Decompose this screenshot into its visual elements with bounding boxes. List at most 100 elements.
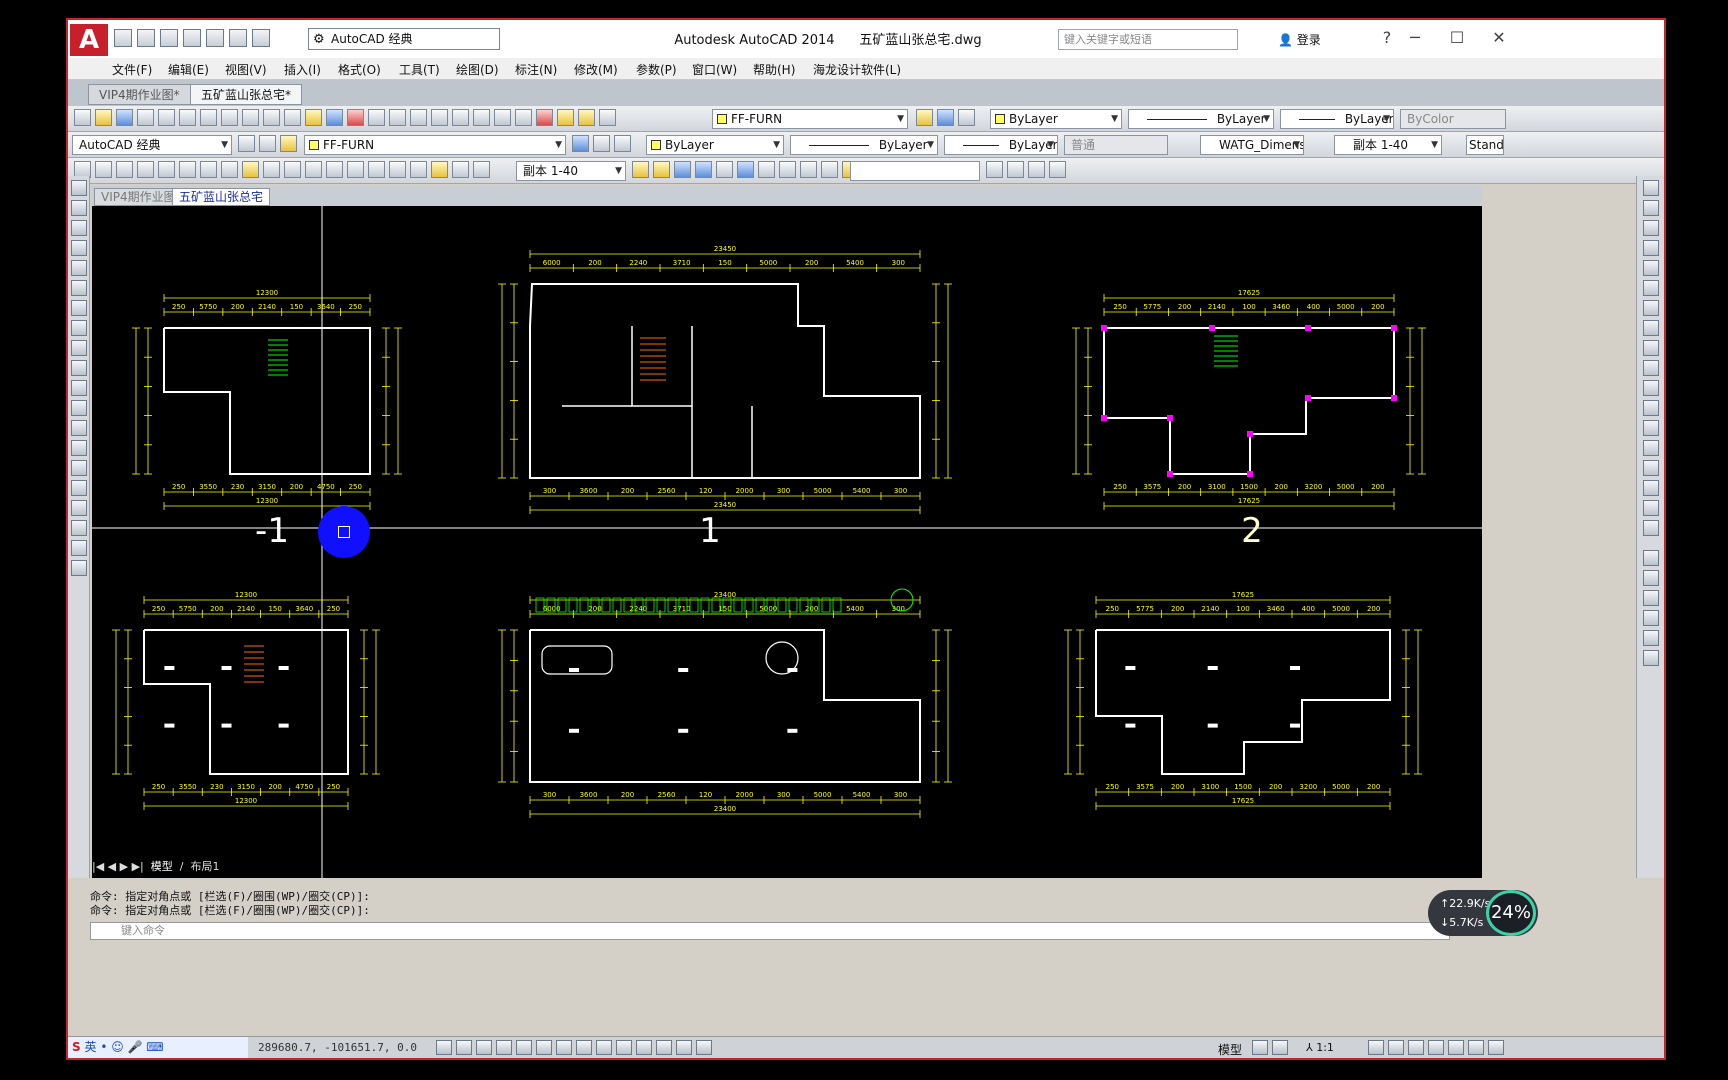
- text-tool-icon[interactable]: [632, 161, 649, 178]
- drawing-tab-zhang-residence[interactable]: 五矿蓝山张总宅: [172, 188, 271, 206]
- baseline-dimension-icon[interactable]: [263, 161, 280, 178]
- layer-previous-icon[interactable]: [593, 135, 610, 152]
- move-icon[interactable]: [1642, 280, 1659, 296]
- redo-icon[interactable]: [252, 29, 270, 47]
- dimension-update-icon[interactable]: [473, 161, 490, 178]
- workspace-save-icon[interactable]: [259, 135, 276, 152]
- hardware-acceleration-icon[interactable]: [1448, 1040, 1464, 1055]
- workspace-dropdown[interactable]: AutoCAD 经典 ▼: [72, 135, 232, 155]
- dynamic-input-icon[interactable]: [616, 1040, 632, 1055]
- annotation-visibility-icon[interactable]: [1368, 1040, 1384, 1055]
- snap-mode-icon[interactable]: [456, 1040, 472, 1055]
- spline-icon[interactable]: [70, 340, 87, 356]
- polyline-icon[interactable]: [70, 220, 87, 236]
- layout-nav-arrows[interactable]: |◀ ◀ ▶ ▶|: [92, 860, 147, 873]
- draworder-front-icon[interactable]: [1642, 550, 1659, 566]
- quick-dimension-icon[interactable]: [242, 161, 259, 178]
- spell-check-icon[interactable]: [737, 161, 754, 178]
- hatch-back-icon[interactable]: [1642, 650, 1659, 666]
- draworder-above-icon[interactable]: [1642, 590, 1659, 606]
- fillet-icon[interactable]: [1642, 480, 1659, 496]
- ellipse-icon[interactable]: [70, 360, 87, 376]
- angular-dimension-icon[interactable]: [221, 161, 238, 178]
- inspection-icon[interactable]: [389, 161, 406, 178]
- array-icon[interactable]: [1642, 260, 1659, 276]
- scale-icon[interactable]: [1642, 320, 1659, 336]
- dimension-text-edit-icon[interactable]: [452, 161, 469, 178]
- linetype-dropdown-2[interactable]: ByLayer ▼: [790, 135, 938, 155]
- zoom-window-icon[interactable]: [452, 109, 469, 126]
- tool-palette-icon[interactable]: [536, 109, 553, 126]
- dimension-scale-dropdown[interactable]: 副本 1-40 ▼: [516, 161, 626, 181]
- open-file-icon[interactable]: [137, 29, 155, 47]
- text-front-icon[interactable]: [1642, 630, 1659, 646]
- menu-view[interactable]: 视图(V): [225, 61, 267, 78]
- menu-tools[interactable]: 工具(T): [399, 61, 440, 78]
- drawing-tab-vip4[interactable]: VIP4期作业图: [94, 188, 183, 206]
- textstyle-dropdown[interactable]: Standar: [1466, 135, 1504, 155]
- quick-view-layouts-icon[interactable]: [1252, 1040, 1268, 1055]
- properties-icon[interactable]: [494, 109, 511, 126]
- application-menu-button[interactable]: A: [70, 24, 108, 56]
- new-file-icon[interactable]: [114, 29, 132, 47]
- layer-states-icon[interactable]: [179, 109, 196, 126]
- region-icon[interactable]: [70, 500, 87, 516]
- extend-icon[interactable]: [1642, 380, 1659, 396]
- menu-format[interactable]: 格式(O): [338, 61, 381, 78]
- plotstyle-dropdown[interactable]: ByColor: [1400, 109, 1506, 129]
- menu-draw[interactable]: 绘图(D): [456, 61, 499, 78]
- tolerance-icon[interactable]: [347, 161, 364, 178]
- center-mark-icon[interactable]: [368, 161, 385, 178]
- lineweight-dropdown[interactable]: ByLayer ▼: [1280, 109, 1394, 129]
- annotation-scale-dropdown[interactable]: 副本 1-40 ▼: [1334, 135, 1442, 155]
- menu-insert[interactable]: 插入(I): [284, 61, 321, 78]
- login-button[interactable]: 👤 登录: [1278, 31, 1321, 48]
- layout1-tab[interactable]: 布局1: [190, 860, 219, 873]
- zoom-realtime-icon[interactable]: [431, 109, 448, 126]
- layer-properties-icon[interactable]: [572, 135, 589, 152]
- help-search-input[interactable]: 键入关键字或短语: [1058, 29, 1238, 50]
- match-properties-icon[interactable]: [158, 109, 175, 126]
- insert-block-icon[interactable]: [70, 400, 87, 416]
- minimize-button[interactable]: ─: [1394, 25, 1436, 51]
- join-icon[interactable]: [1642, 440, 1659, 456]
- text-edit-icon[interactable]: [758, 161, 775, 178]
- find-icon[interactable]: [986, 161, 1003, 178]
- diameter-dimension-icon[interactable]: [200, 161, 217, 178]
- quick-view-drawings-icon[interactable]: [1272, 1040, 1288, 1055]
- erase-icon[interactable]: [1642, 180, 1659, 196]
- color-dropdown-2[interactable]: ByLayer ▼: [646, 135, 784, 155]
- close-button[interactable]: ✕: [1478, 25, 1520, 51]
- pan-icon[interactable]: [410, 109, 427, 126]
- point-icon[interactable]: [70, 440, 87, 456]
- ortho-mode-icon[interactable]: [496, 1040, 512, 1055]
- aligned-dimension-icon[interactable]: [95, 161, 112, 178]
- dimension-edit-icon[interactable]: [431, 161, 448, 178]
- jogged-dimension-icon[interactable]: [179, 161, 196, 178]
- block-icon[interactable]: [200, 109, 217, 126]
- add-selected-icon[interactable]: [70, 560, 87, 576]
- mirror-icon[interactable]: [1642, 220, 1659, 236]
- new-icon[interactable]: [74, 109, 91, 126]
- menu-hailong-plugin[interactable]: 海龙设计软件(L): [813, 61, 901, 78]
- layer-iso-icon[interactable]: [614, 135, 631, 152]
- polar-tracking-icon[interactable]: [516, 1040, 532, 1055]
- menu-modify[interactable]: 修改(M): [574, 61, 618, 78]
- arc-length-icon[interactable]: [116, 161, 133, 178]
- print-icon[interactable]: [206, 29, 224, 47]
- model-tab[interactable]: 模型: [151, 860, 173, 873]
- command-input[interactable]: 键入命令: [90, 922, 1450, 940]
- lineweight-dropdown-2[interactable]: ByLayer ▼: [944, 135, 1058, 155]
- break-at-point-icon[interactable]: [1642, 400, 1659, 416]
- object-snap-tracking-icon[interactable]: [576, 1040, 592, 1055]
- lineweight-toggle-icon[interactable]: [636, 1040, 652, 1055]
- offset-icon[interactable]: [1642, 240, 1659, 256]
- workspace-settings-icon[interactable]: [238, 135, 255, 152]
- doc-tab-zhang-residence[interactable]: 五矿蓝山张总宅*: [190, 84, 303, 105]
- dimension-break-icon[interactable]: [326, 161, 343, 178]
- trim-icon[interactable]: [1642, 360, 1659, 376]
- layer-on-icon[interactable]: [557, 109, 574, 126]
- text-search-field[interactable]: [850, 161, 980, 181]
- make-block-icon[interactable]: [70, 420, 87, 436]
- jogged-linear-icon[interactable]: [410, 161, 427, 178]
